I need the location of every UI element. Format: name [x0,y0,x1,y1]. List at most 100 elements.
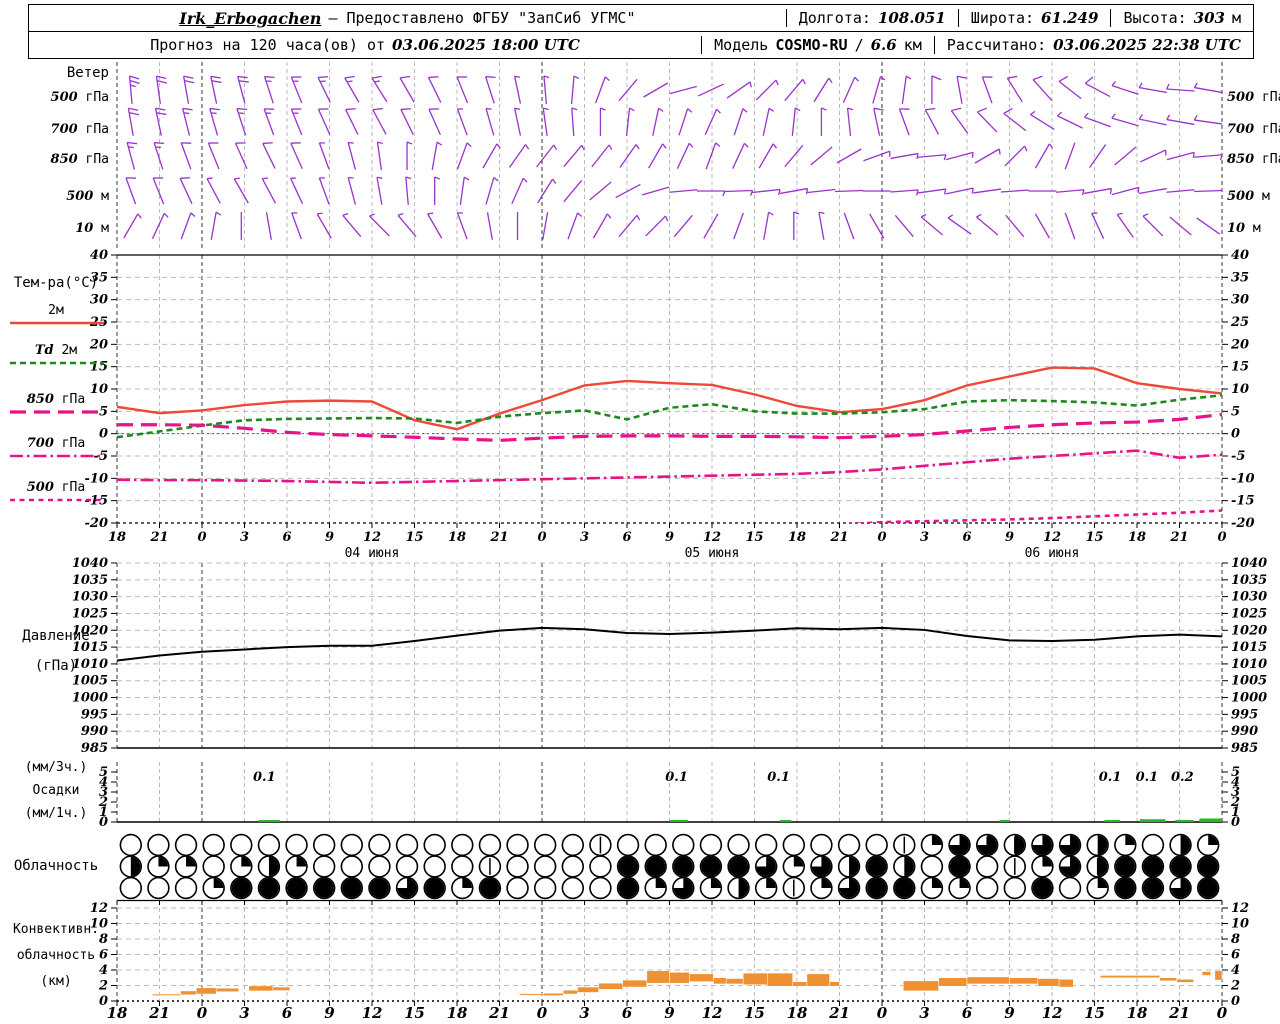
svg-text:12: 12 [702,1004,723,1022]
svg-text:21: 21 [149,530,168,545]
svg-text:18: 18 [788,530,806,545]
svg-text:0: 0 [1231,427,1240,442]
svg-text:35: 35 [90,270,108,285]
svg-text:-10: -10 [85,471,109,486]
meteogram-screen: Irk_Erbogachen – Предоставлено ФГБУ "Зап… [0,0,1280,1024]
svg-text:10: 10 [90,917,108,932]
svg-text:15: 15 [404,1004,425,1022]
svg-text:3: 3 [240,530,249,545]
svg-text:12: 12 [362,1004,383,1022]
svg-text:1030: 1030 [72,590,108,605]
svg-text:6: 6 [962,1004,973,1022]
svg-text:0: 0 [877,530,886,545]
svg-text:21: 21 [148,1004,170,1022]
svg-text:1015: 1015 [72,640,108,655]
svg-text:985: 985 [81,741,108,756]
svg-text:0: 0 [1231,815,1240,830]
svg-text:18: 18 [787,1004,808,1022]
svg-text:18: 18 [1128,530,1146,545]
svg-text:15: 15 [745,530,763,545]
svg-text:2: 2 [1230,979,1240,994]
svg-text:18: 18 [447,1004,468,1022]
svg-text:1005: 1005 [1231,674,1267,689]
svg-text:1035: 1035 [1231,573,1267,588]
svg-text:9: 9 [1004,1004,1015,1022]
svg-text:8: 8 [99,932,108,947]
svg-text:15: 15 [744,1004,765,1022]
svg-text:1010: 1010 [72,657,108,672]
svg-text:3: 3 [580,530,589,545]
svg-text:4: 4 [1231,963,1240,978]
svg-text:12: 12 [703,530,721,545]
svg-text:9: 9 [325,530,334,545]
svg-text:990: 990 [1231,724,1258,739]
svg-text:-5: -5 [1231,449,1245,464]
svg-text:2: 2 [98,979,108,994]
svg-text:995: 995 [1231,707,1258,722]
svg-text:985: 985 [1231,741,1258,756]
svg-text:1025: 1025 [72,606,108,621]
svg-text:10: 10 [1231,382,1249,397]
svg-text:10: 10 [90,382,108,397]
svg-text:21: 21 [1169,530,1188,545]
svg-text:40: 40 [1231,248,1249,263]
svg-text:12: 12 [363,530,381,545]
svg-text:9: 9 [324,1004,335,1022]
svg-text:21: 21 [828,1004,850,1022]
svg-text:8: 8 [1231,932,1240,947]
svg-text:5: 5 [99,404,108,419]
svg-text:21: 21 [829,530,848,545]
svg-text:0: 0 [1217,530,1226,545]
svg-text:18: 18 [1127,1004,1148,1022]
svg-text:0: 0 [1231,994,1240,1009]
svg-text:-15: -15 [1231,494,1255,509]
svg-text:6: 6 [99,948,108,963]
svg-text:10: 10 [1231,917,1249,932]
svg-text:05 июня: 05 июня [685,546,740,561]
svg-text:0.1: 0.1 [253,770,276,785]
svg-text:-20: -20 [85,516,109,531]
svg-text:0.1: 0.1 [665,770,688,785]
svg-text:0: 0 [99,815,108,830]
svg-text:3: 3 [920,530,929,545]
svg-text:20: 20 [1230,337,1249,352]
svg-text:12: 12 [90,901,108,916]
svg-text:1040: 1040 [1231,556,1267,571]
svg-text:0: 0 [537,530,546,545]
svg-text:0: 0 [1217,1004,1228,1022]
svg-text:4: 4 [99,963,108,978]
svg-text:1025: 1025 [1231,606,1267,621]
svg-text:1000: 1000 [1231,691,1267,706]
svg-text:1030: 1030 [1231,590,1267,605]
svg-text:15: 15 [1231,360,1249,375]
svg-text:0.1: 0.1 [1099,770,1122,785]
svg-text:1035: 1035 [72,573,108,588]
svg-text:6: 6 [282,1004,293,1022]
svg-text:20: 20 [89,337,108,352]
svg-text:5: 5 [1231,404,1240,419]
svg-text:18: 18 [108,530,126,545]
svg-text:12: 12 [1042,1004,1063,1022]
svg-text:30: 30 [90,293,108,308]
svg-text:15: 15 [405,530,423,545]
svg-text:6: 6 [1231,948,1240,963]
svg-text:3: 3 [239,1004,249,1022]
svg-text:9: 9 [1005,530,1014,545]
svg-text:-10: -10 [1231,471,1255,486]
svg-text:04 июня: 04 июня [345,546,400,561]
svg-text:-20: -20 [1231,516,1255,531]
svg-text:6: 6 [282,530,291,545]
svg-text:0.2: 0.2 [1171,770,1194,785]
svg-text:21: 21 [488,1004,510,1022]
svg-text:30: 30 [1231,293,1249,308]
svg-text:3: 3 [919,1004,929,1022]
svg-text:1005: 1005 [72,674,108,689]
svg-text:35: 35 [1231,270,1249,285]
svg-text:12: 12 [1231,901,1249,916]
svg-text:9: 9 [665,530,674,545]
svg-text:9: 9 [664,1004,675,1022]
svg-text:12: 12 [1043,530,1061,545]
svg-text:0: 0 [537,1004,548,1022]
svg-text:6: 6 [622,1004,633,1022]
svg-text:18: 18 [107,1004,128,1022]
